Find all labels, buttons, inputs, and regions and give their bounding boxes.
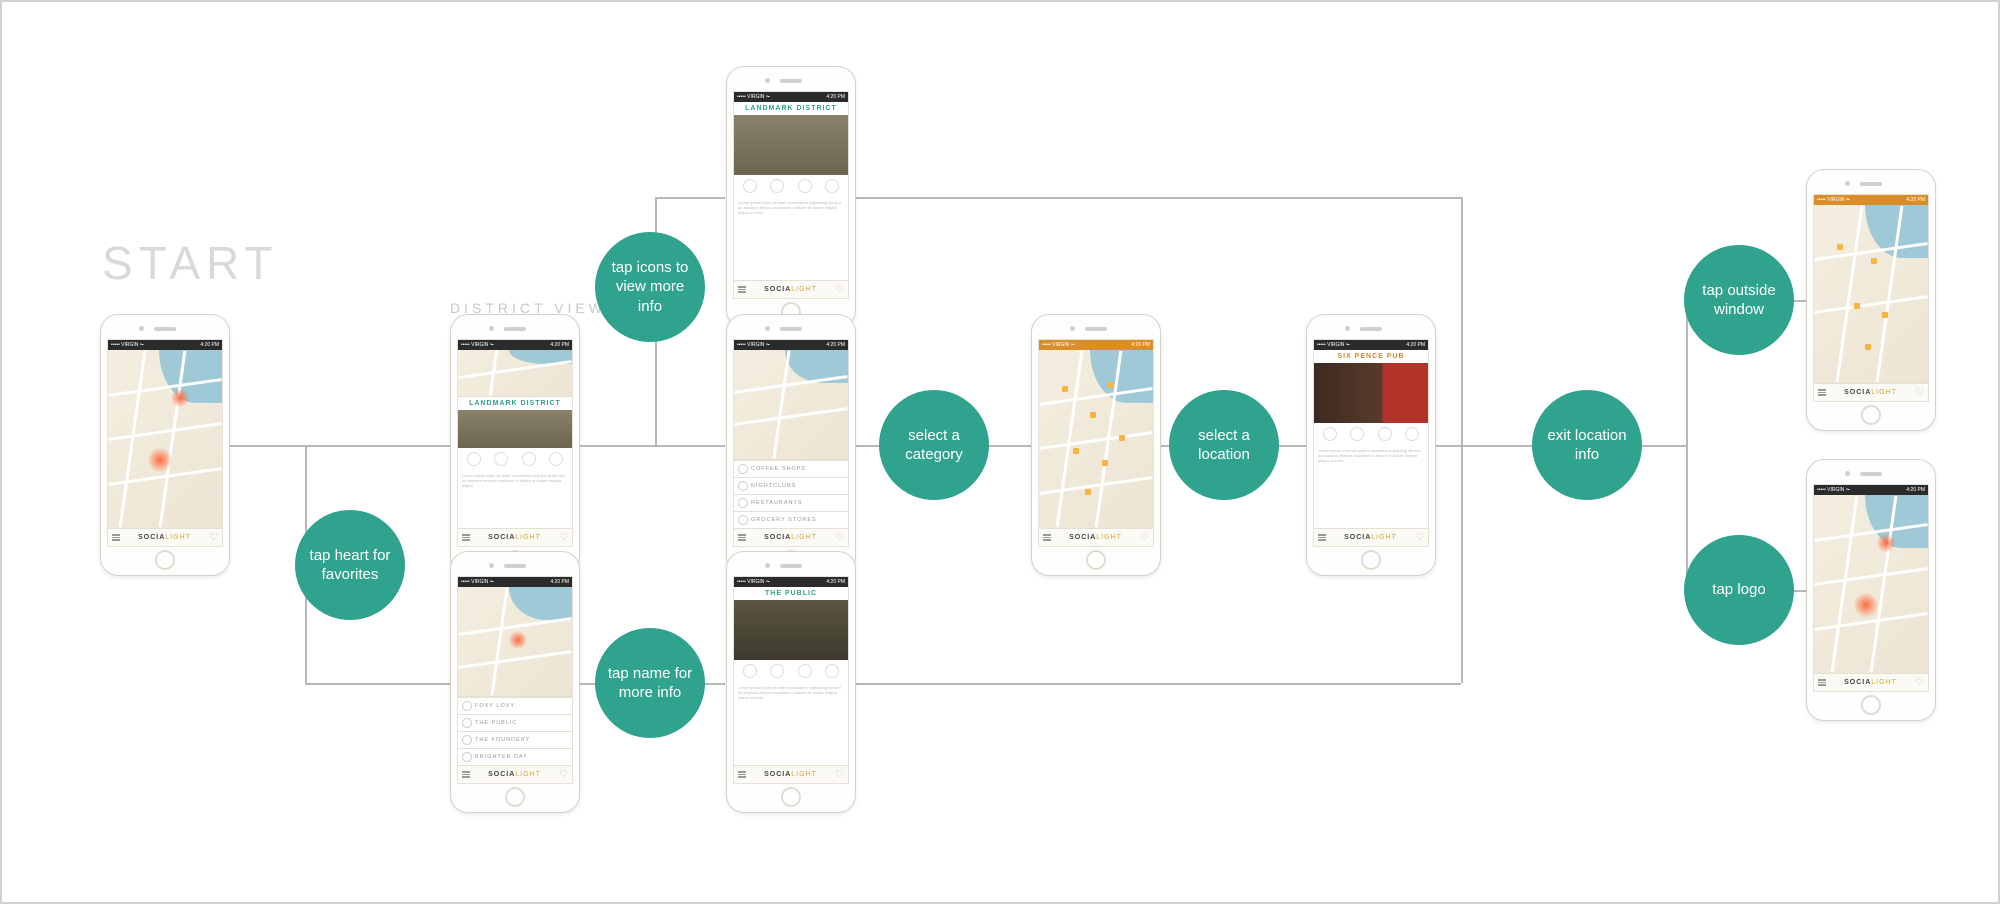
phone-public-detail: ••••• VIRGIN ⏦4:20 PM THE PUBLIC Lorem i… xyxy=(726,551,856,813)
hamburger-icon[interactable] xyxy=(738,534,746,541)
card-title-landmark: LANDMARK DISTRICT xyxy=(458,397,572,410)
brand-logo[interactable]: SOCIALIGHT xyxy=(1344,534,1397,541)
bubble-tap-icons: tap icons to view more info xyxy=(595,232,705,342)
flow-diagram: START DISTRICT VIEW FAVORITES CATEGORIES… xyxy=(0,0,2000,904)
heart-icon[interactable]: ♡ xyxy=(835,769,844,780)
bubble-select-category: select a category xyxy=(879,390,989,500)
card-title-public: THE PUBLIC xyxy=(734,587,848,600)
brand-logo[interactable]: SOCIALIGHT xyxy=(764,534,817,541)
label-start: START xyxy=(102,236,279,290)
cat-restaurants[interactable]: RESTAURANTS xyxy=(734,494,848,511)
hamburger-icon[interactable] xyxy=(1318,534,1326,541)
fav-public[interactable]: THE PUBLIC xyxy=(458,714,572,731)
hamburger-icon[interactable] xyxy=(1818,389,1826,396)
brand-logo[interactable]: SOCIALIGHT xyxy=(1844,679,1897,686)
bubble-tap-outside: tap outside window xyxy=(1684,245,1794,355)
hamburger-icon[interactable] xyxy=(462,534,470,541)
heart-icon[interactable]: ♡ xyxy=(1915,677,1924,688)
fav-brighter[interactable]: BRIGHTER DAY xyxy=(458,748,572,765)
heart-icon[interactable]: ♡ xyxy=(835,532,844,543)
phone-start: ••••• VIRGIN ⏦4:20 PM SOCIALIGHT ♡ xyxy=(100,314,230,576)
bubble-tap-heart: tap heart for favorites xyxy=(295,510,405,620)
heart-icon[interactable]: ♡ xyxy=(1140,532,1149,543)
heart-icon[interactable]: ♡ xyxy=(835,284,844,295)
brand-logo[interactable]: SOCIALIGHT xyxy=(1069,534,1122,541)
heart-icon[interactable]: ♡ xyxy=(559,532,568,543)
brand-logo[interactable]: SOCIALIGHT xyxy=(764,286,817,293)
hamburger-icon[interactable] xyxy=(462,771,470,778)
hamburger-icon[interactable] xyxy=(1043,534,1051,541)
brand-logo[interactable]: SOCIALIGHT xyxy=(488,771,541,778)
hamburger-icon[interactable] xyxy=(738,771,746,778)
phone-category-map: ••••• VIRGIN ⏦4:20 PM SOCIALIGHT ♡ xyxy=(1031,314,1161,576)
heart-icon[interactable]: ♡ xyxy=(209,532,218,543)
bubble-tap-name: tap name for more info xyxy=(595,628,705,738)
hamburger-icon[interactable] xyxy=(112,534,120,541)
phone-end-logo: ••••• VIRGIN ⏦4:20 PM SOCIALIGHT ♡ xyxy=(1806,459,1936,721)
bubble-tap-logo: tap logo xyxy=(1684,535,1794,645)
bubble-select-location: select a location xyxy=(1169,390,1279,500)
hamburger-icon[interactable] xyxy=(1818,679,1826,686)
fav-foxy[interactable]: FOXY LOXY xyxy=(458,697,572,714)
phone-district: ••••• VIRGIN ⏦4:20 PM LANDMARK DISTRICT … xyxy=(450,314,580,576)
phone-sixpence: ••••• VIRGIN ⏦4:20 PM SIX PENCE PUB Lore… xyxy=(1306,314,1436,576)
card-title-sixpence: SIX PENCE PUB xyxy=(1314,350,1428,363)
brand-logo[interactable]: SOCIALIGHT xyxy=(764,771,817,778)
brand-logo[interactable]: SOCIALIGHT xyxy=(138,534,191,541)
phone-categories: ••••• VIRGIN ⏦4:20 PM COFFEE SHOPS NIGHT… xyxy=(726,314,856,576)
brand-logo[interactable]: SOCIALIGHT xyxy=(1844,389,1897,396)
phone-end-outside: ••••• VIRGIN ⏦4:20 PM SOCIALIGHT ♡ xyxy=(1806,169,1936,431)
phone-favorites: ••••• VIRGIN ⏦4:20 PM FOXY LOXY THE PUBL… xyxy=(450,551,580,813)
brand-logo[interactable]: SOCIALIGHT xyxy=(488,534,541,541)
phone-landmark-detail: ••••• VIRGIN ⏦4:20 PM LANDMARK DISTRICT … xyxy=(726,66,856,328)
cat-grocery[interactable]: GROCERY STORES xyxy=(734,511,848,528)
bubble-exit-info: exit location info xyxy=(1532,390,1642,500)
heart-icon[interactable]: ♡ xyxy=(1415,532,1424,543)
hamburger-icon[interactable] xyxy=(738,286,746,293)
cat-nightclubs[interactable]: NIGHTCLUBS xyxy=(734,477,848,494)
heart-icon[interactable]: ♡ xyxy=(1915,387,1924,398)
heart-icon[interactable]: ♡ xyxy=(559,769,568,780)
cat-coffee[interactable]: COFFEE SHOPS xyxy=(734,460,848,477)
fav-foundery[interactable]: THE FOUNDERY xyxy=(458,731,572,748)
